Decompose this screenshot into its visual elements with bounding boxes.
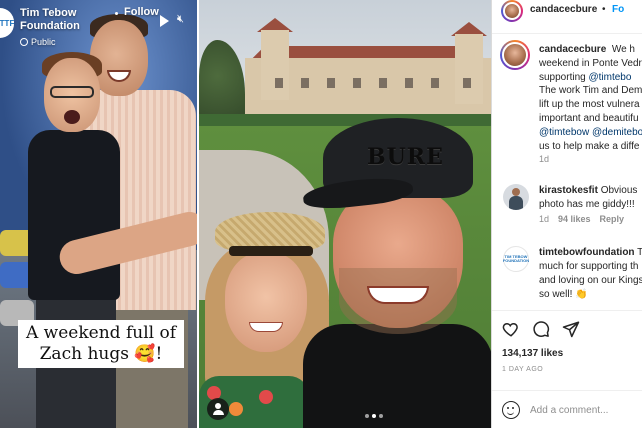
comment-text: kirastokesfit Obvious photo has me giddy…: [539, 184, 642, 212]
post-header: candacecbure • Fo: [492, 0, 642, 34]
clubhouse-building: [205, 18, 491, 120]
profile-avatar[interactable]: [501, 0, 523, 22]
share-icon[interactable]: [562, 320, 580, 338]
mention-link[interactable]: @timtebo: [588, 72, 631, 83]
caption-line: us to help make a diffe: [539, 140, 640, 152]
tagged-users-button[interactable]: [207, 398, 229, 420]
likes-count[interactable]: 134,137 likes: [502, 348, 563, 359]
caption-line: weekend in Ponte Vedr: [539, 57, 642, 69]
video-header: TTF Tim Tebow Foundation Public Follow 🔇…: [0, 0, 197, 54]
carousel-dot-active: [372, 414, 376, 418]
header-username[interactable]: candacecbure: [530, 4, 597, 15]
comment-likes[interactable]: 94 likes: [558, 214, 591, 224]
foundation-avatar[interactable]: TTF: [0, 8, 14, 38]
caption-username[interactable]: candacecbure: [539, 44, 606, 55]
caption-line: We h: [611, 44, 635, 55]
comment-icon[interactable]: [532, 320, 550, 338]
avatar-logo-text: TTF: [0, 18, 14, 28]
comment-text: timtebowfoundation T much for supporting…: [539, 246, 642, 302]
selfie-photo-panel: BURE: [199, 0, 491, 428]
visibility-label: Public: [31, 37, 56, 47]
man-figure: BURE: [301, 118, 491, 428]
carousel-dot: [379, 414, 383, 418]
commenter-avatar[interactable]: [503, 184, 529, 210]
mute-icon[interactable]: 🔇︎: [177, 13, 184, 26]
comment-meta: 1d 94 likes Reply: [539, 214, 624, 224]
reply-button[interactable]: Reply: [600, 214, 625, 224]
comment-line: T: [637, 247, 642, 258]
caption-line: supporting: [539, 71, 589, 83]
follow-link[interactable]: Fo: [612, 4, 624, 15]
caption-line: lift up the most vulnera: [539, 99, 640, 111]
heart-icon[interactable]: [502, 320, 520, 338]
comment-input[interactable]: [530, 401, 642, 419]
comment-line: so well! 👏: [539, 289, 588, 300]
carousel-dot: [365, 414, 369, 418]
globe-icon: [20, 38, 28, 46]
comment-line: Obvious: [600, 185, 638, 196]
boy-figure: [18, 52, 197, 428]
instagram-comments-panel: candacecbure • Fo candacecbure We h week…: [491, 0, 642, 428]
comment-line: and loving on our Kings: [539, 275, 642, 286]
caption-text: candacecbure We h weekend in Ponte Vedr …: [539, 43, 642, 153]
visibility-indicator: Public: [20, 37, 56, 47]
commenter-username[interactable]: timtebowfoundation: [539, 247, 635, 258]
action-bar: [492, 310, 642, 346]
comment-line: much for supporting th: [539, 261, 639, 272]
caption-timestamp: 1d: [539, 154, 550, 164]
separator-dot: [115, 12, 118, 15]
emoji-icon[interactable]: [502, 401, 520, 419]
video-post-panel: TTF Tim Tebow Foundation Public Follow 🔇…: [0, 0, 197, 428]
play-icon[interactable]: [160, 15, 169, 27]
avatar-logo-text: TIM TEBOW FOUNDATION: [502, 254, 530, 263]
caption-avatar[interactable]: [500, 40, 530, 70]
comment-composer: [492, 390, 642, 428]
caption-line: important and beautifu: [539, 112, 639, 124]
user-icon: [215, 403, 221, 409]
separator-dot: •: [602, 4, 606, 15]
post-date: 1 DAY AGO: [502, 366, 544, 373]
comment-timestamp: 1d: [539, 214, 550, 224]
carousel-dots: [365, 414, 383, 418]
video-caption: A weekend full of Zach hugs 🥰!: [18, 320, 184, 368]
mention-links[interactable]: @timtebow @demitebo: [539, 126, 642, 140]
account-name[interactable]: Tim Tebow Foundation: [20, 7, 110, 33]
follow-button[interactable]: Follow: [124, 6, 159, 18]
cap-logo-text: BURE: [367, 144, 444, 170]
comment-line: photo has me giddy!!!: [539, 199, 635, 210]
commenter-username[interactable]: kirastokesfit: [539, 185, 598, 196]
commenter-avatar[interactable]: TIM TEBOW FOUNDATION: [503, 246, 529, 272]
caption-line: The work Tim and Dem: [539, 85, 642, 97]
